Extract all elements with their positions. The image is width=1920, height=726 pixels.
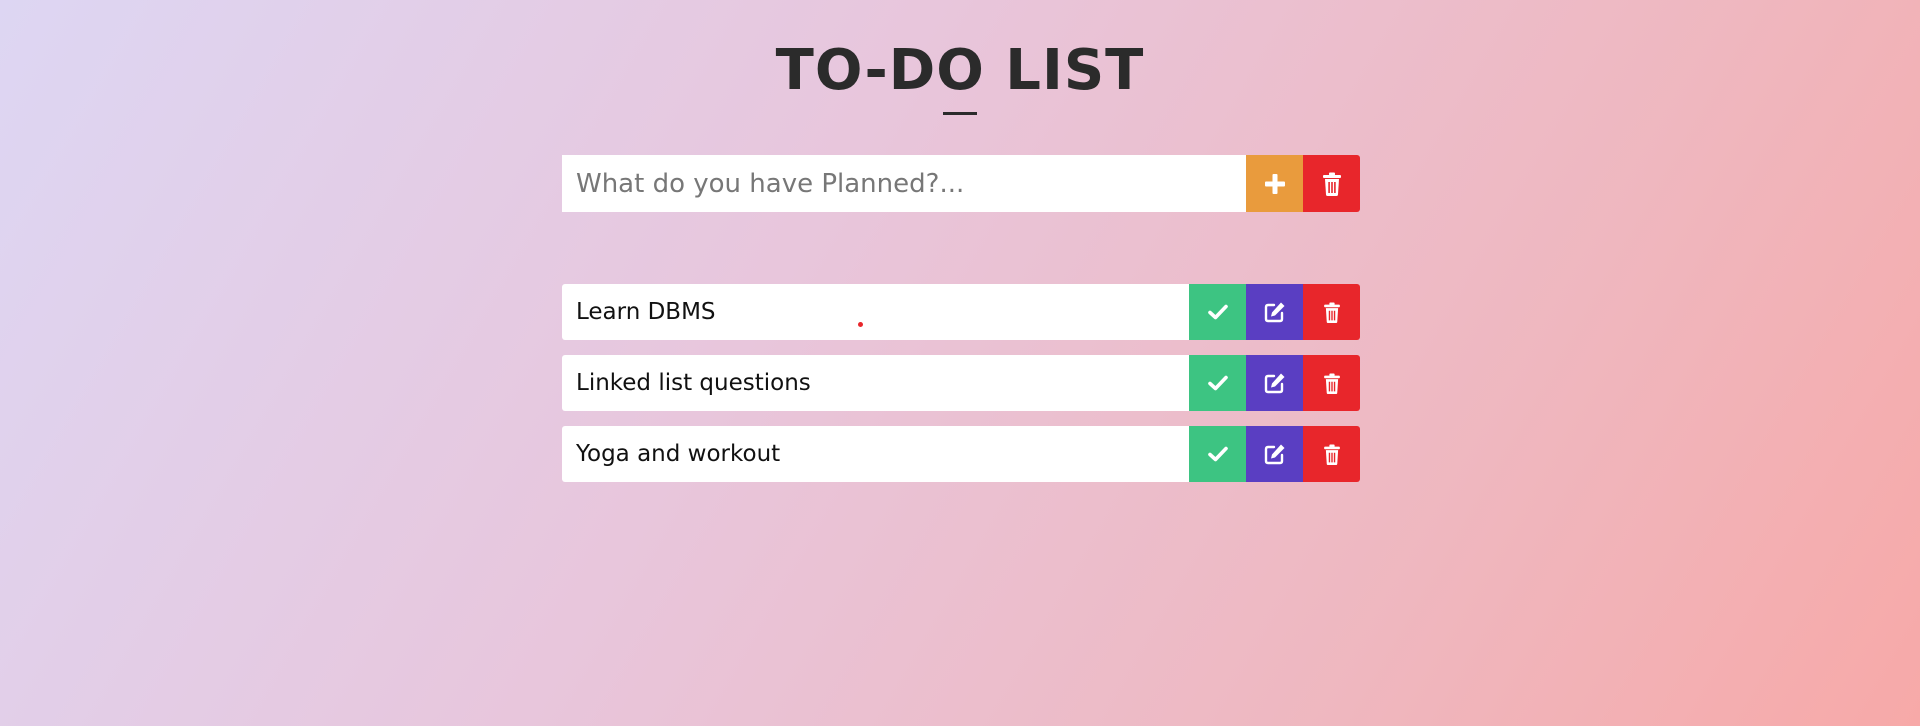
- task-list: Learn DBMS Linked list questions Yoga an…: [562, 284, 1360, 497]
- check-icon: [1207, 446, 1228, 462]
- edit-task-button[interactable]: [1246, 426, 1303, 482]
- task-item: Linked list questions: [562, 355, 1360, 411]
- cursor-dot: [858, 322, 863, 327]
- check-icon: [1207, 375, 1228, 391]
- task-input-row: [562, 155, 1360, 212]
- edit-icon: [1264, 443, 1286, 465]
- add-task-button[interactable]: [1246, 155, 1303, 212]
- header: TO-DO LIST: [0, 36, 1920, 115]
- trash-icon: [1323, 443, 1341, 465]
- trash-icon: [1322, 172, 1342, 196]
- task-text: Yoga and workout: [562, 426, 1189, 482]
- edit-icon: [1264, 301, 1286, 323]
- task-text: Linked list questions: [562, 355, 1189, 411]
- delete-task-button[interactable]: [1303, 426, 1360, 482]
- complete-task-button[interactable]: [1189, 355, 1246, 411]
- page-title: TO-DO LIST: [775, 38, 1145, 103]
- edit-task-button[interactable]: [1246, 355, 1303, 411]
- plus-icon: [1264, 173, 1286, 195]
- trash-icon: [1323, 372, 1341, 394]
- task-item: Learn DBMS: [562, 284, 1360, 340]
- task-item: Yoga and workout: [562, 426, 1360, 482]
- title-underline: [943, 112, 977, 115]
- check-icon: [1207, 304, 1228, 320]
- delete-task-button[interactable]: [1303, 284, 1360, 340]
- task-text: Learn DBMS: [562, 284, 1189, 340]
- complete-task-button[interactable]: [1189, 426, 1246, 482]
- edit-task-button[interactable]: [1246, 284, 1303, 340]
- task-input[interactable]: [562, 155, 1246, 212]
- clear-all-button[interactable]: [1303, 155, 1360, 212]
- complete-task-button[interactable]: [1189, 284, 1246, 340]
- delete-task-button[interactable]: [1303, 355, 1360, 411]
- edit-icon: [1264, 372, 1286, 394]
- trash-icon: [1323, 301, 1341, 323]
